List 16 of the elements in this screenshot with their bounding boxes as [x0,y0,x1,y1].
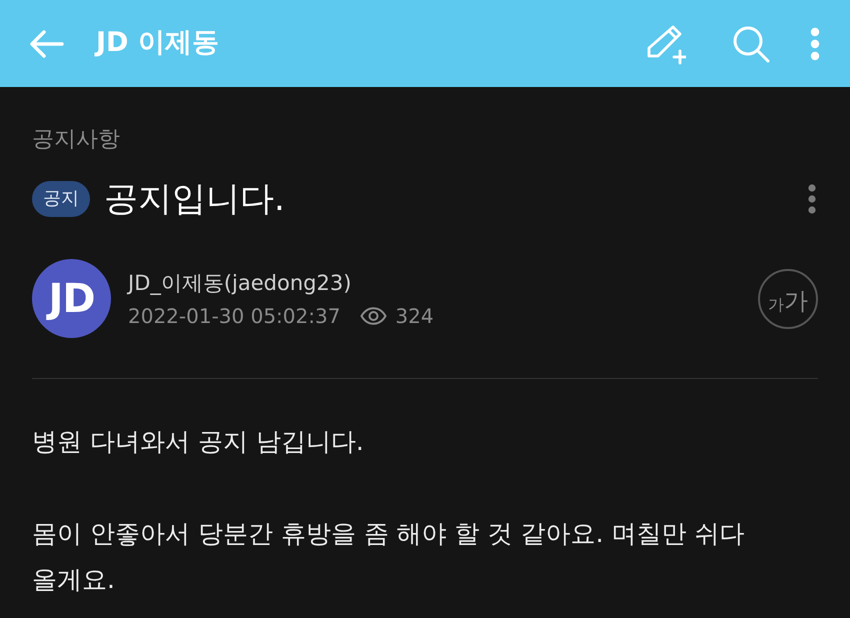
body-paragraph: 몸이 안좋아서 당분간 휴방을 좀 해야 할 것 같아요. 며칠만 쉬다 올게요. [32,518,746,596]
more-options-icon[interactable] [808,184,816,214]
back-arrow-icon[interactable] [30,30,64,58]
body-paragraph: 병원 다녀와서 공지 남깁니다. [32,426,365,458]
author-avatar[interactable]: JD [32,259,111,338]
view-count: 324 [395,302,434,330]
eye-icon [360,306,388,324]
more-menu-icon[interactable] [810,26,820,60]
board-name[interactable]: 공지사항 [32,125,120,155]
post-title: 공지입니다. [104,178,285,221]
notice-badge: 공지 [32,181,90,217]
search-icon[interactable] [732,24,770,62]
post-date: 2022-01-30 05:02:37 [128,302,340,330]
font-size-button[interactable]: 가가 [758,268,818,328]
author-name[interactable]: JD_이제동(jaedong23) [128,268,352,298]
app-bar-title: JD 이제동 [96,26,219,60]
